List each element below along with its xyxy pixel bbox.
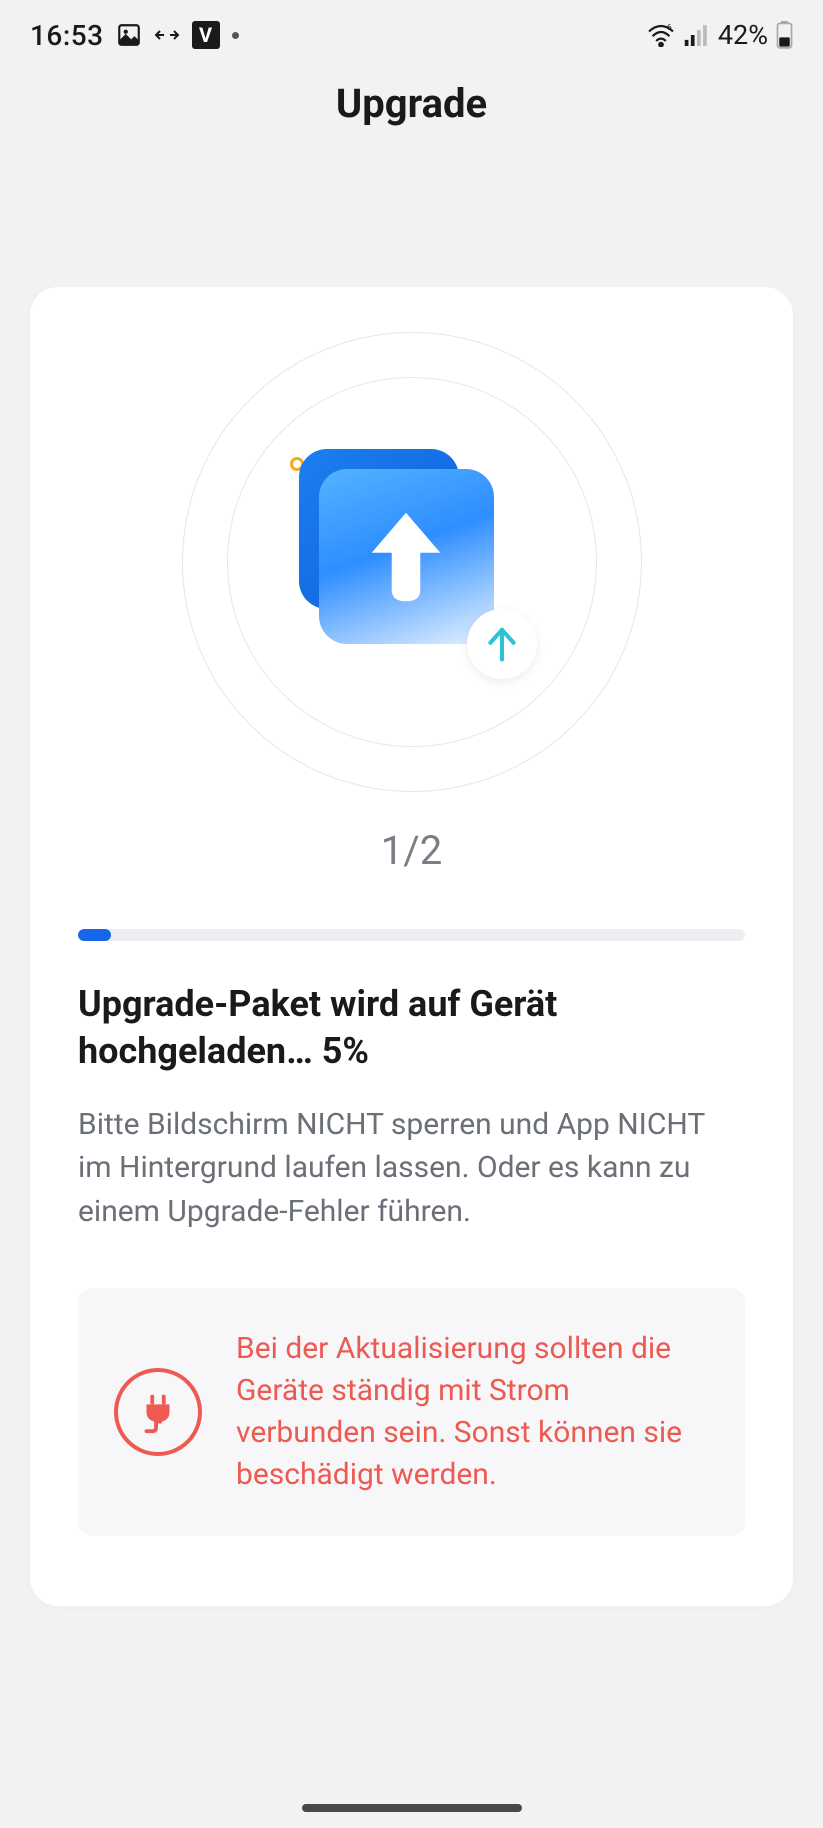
step-counter: 1/2: [78, 827, 745, 874]
arrow-up-small-icon: [486, 626, 518, 662]
progress-bar: [78, 929, 745, 941]
progress-fill: [78, 929, 111, 941]
upgrade-illustration: [177, 327, 647, 797]
status-right: 6 42%: [646, 19, 793, 51]
status-bar: 16:53 V 6 42%: [0, 0, 823, 60]
upgrade-card: 1/2 Upgrade-Paket wird auf Gerät hochgel…: [30, 287, 793, 1606]
upload-status-heading: Upgrade-Paket wird auf Gerät hochgeladen…: [78, 981, 745, 1075]
upgrade-tile-icon: [317, 467, 507, 657]
small-arrow-badge: [467, 609, 537, 679]
status-left: 16:53 V: [30, 19, 239, 52]
wifi-icon: 6: [646, 23, 676, 47]
battery-percent: 42%: [718, 19, 768, 51]
page-title: Upgrade: [0, 80, 823, 127]
instruction-text: Bitte Bildschirm NICHT sperren und App N…: [78, 1103, 745, 1234]
connection-icon: [154, 26, 180, 44]
dot-icon: [232, 32, 239, 39]
home-indicator[interactable]: [302, 1804, 522, 1812]
status-time: 16:53: [30, 19, 104, 52]
battery-icon: [776, 21, 793, 49]
gallery-icon: [116, 22, 142, 48]
v-badge-icon: V: [192, 21, 220, 49]
signal-icon: [684, 24, 710, 46]
svg-text:6: 6: [667, 23, 672, 33]
power-warning-box: Bei der Aktualisierung sollten die Gerät…: [78, 1288, 745, 1536]
arrow-up-icon: [361, 507, 451, 607]
power-warning-text: Bei der Aktualisierung sollten die Gerät…: [236, 1328, 709, 1496]
plug-icon: [114, 1368, 202, 1456]
